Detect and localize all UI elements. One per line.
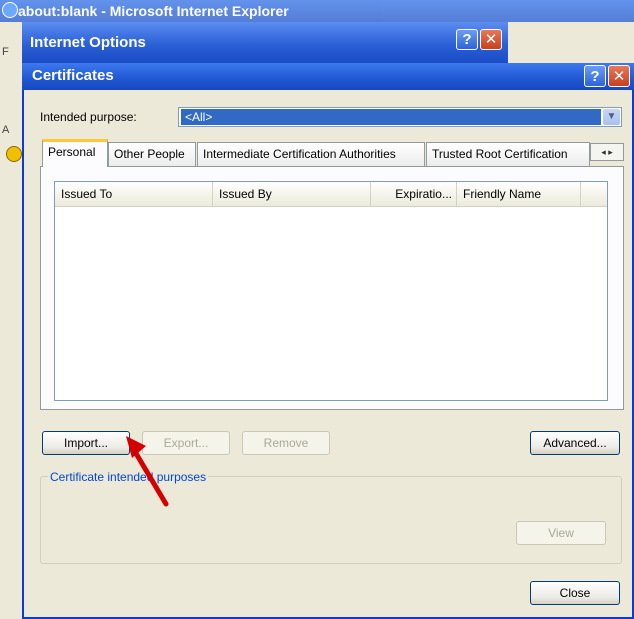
internet-explorer-icon [2, 2, 18, 18]
advanced-button[interactable]: Advanced... [530, 431, 620, 455]
remove-button[interactable]: Remove [242, 431, 330, 455]
page-icon [6, 146, 22, 162]
column-issued-to[interactable]: Issued To [55, 182, 213, 206]
tab-scroll-arrows-icon[interactable]: ◂ ▸ [590, 143, 624, 161]
ie-menu-letter: A [2, 124, 10, 136]
tab-intermediate-ca[interactable]: Intermediate Certification Authorities [197, 142, 425, 166]
annotation-arrow-icon [126, 436, 169, 507]
certificates-close-button[interactable]: ✕ [608, 65, 630, 87]
ie-window-title: about:blank - Microsoft Internet Explore… [18, 3, 289, 19]
chevron-down-icon[interactable]: ▼ [603, 109, 620, 125]
tab-other-people[interactable]: Other People [108, 142, 196, 166]
intended-purpose-value: <All> [181, 109, 601, 125]
column-friendly-name[interactable]: Friendly Name [457, 182, 581, 206]
intended-purpose-label: Intended purpose: [40, 110, 137, 124]
tab-trusted-root[interactable]: Trusted Root Certification [426, 142, 590, 166]
internet-options-title: Internet Options [30, 34, 146, 51]
internet-options-titlebar[interactable]: Internet Options [22, 22, 508, 64]
column-expiration[interactable]: Expiratio... [371, 182, 457, 206]
arrow-shaft [131, 447, 169, 507]
certificates-titlebar[interactable]: Certificates [22, 63, 634, 90]
internet-options-close-button[interactable]: ✕ [480, 29, 502, 50]
certificates-help-button[interactable]: ? [584, 65, 606, 87]
list-header: Issued To Issued By Expiratio... Friendl… [55, 182, 607, 207]
certificates-title: Certificates [32, 67, 114, 84]
ie-menu-letter: F [2, 46, 9, 58]
view-button[interactable]: View [516, 521, 606, 545]
intended-purpose-select[interactable]: <All> ▼ [178, 107, 622, 127]
tab-personal[interactable]: Personal [42, 139, 108, 167]
ie-titlebar: about:blank - Microsoft Internet Explore… [0, 0, 634, 22]
certificate-list[interactable]: Issued To Issued By Expiratio... Friendl… [54, 181, 608, 401]
column-issued-by[interactable]: Issued By [213, 182, 371, 206]
internet-options-help-button[interactable]: ? [456, 29, 478, 50]
close-button[interactable]: Close [530, 581, 620, 605]
import-button[interactable]: Import... [42, 431, 130, 455]
